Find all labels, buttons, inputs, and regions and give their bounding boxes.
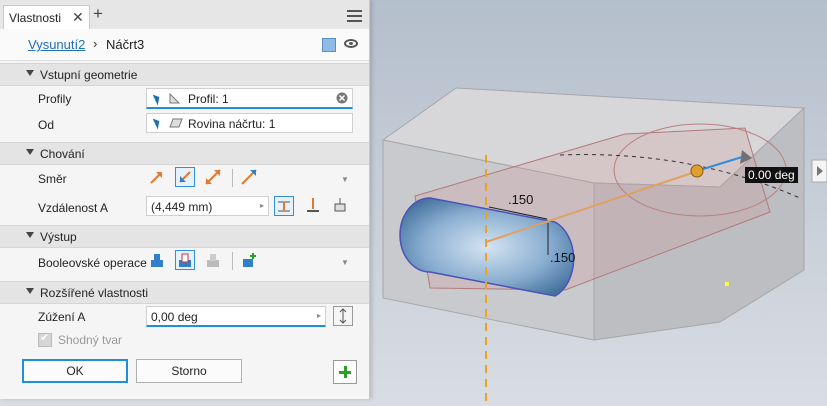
- apply-add-button[interactable]: [333, 360, 357, 384]
- section-output[interactable]: Výstup: [0, 225, 369, 248]
- cut-icon: [179, 253, 191, 267]
- join-icon: [151, 254, 163, 267]
- angle-readout[interactable]: 0.00 deg: [745, 167, 798, 183]
- collapse-icon: [26, 149, 34, 155]
- check-icon: ✔: [40, 332, 50, 344]
- dropdown-arrow-icon[interactable]: ▼: [341, 258, 349, 267]
- clear-icon[interactable]: [336, 92, 348, 104]
- section-behavior[interactable]: Chování: [0, 142, 369, 165]
- direction-asymmetric-button[interactable]: [240, 168, 260, 188]
- new-solid-button[interactable]: [240, 251, 260, 271]
- from-field[interactable]: Rovina náčrtu: 1: [146, 113, 353, 133]
- section-title: Vstupní geometrie: [40, 68, 138, 82]
- through-all-button[interactable]: [331, 196, 351, 216]
- yellow-point: [725, 282, 729, 286]
- tab-properties[interactable]: Vlastnosti ✕: [3, 5, 90, 30]
- direction-label: Směr: [38, 172, 67, 186]
- intersect-icon: [207, 254, 219, 267]
- taper-field[interactable]: 0,00 deg ▸: [146, 306, 326, 327]
- collapse-icon: [26, 232, 34, 238]
- boolean-label: Booleovské operace: [38, 256, 147, 270]
- manipulator-handle[interactable]: [690, 164, 704, 178]
- intersect-button[interactable]: [204, 251, 224, 271]
- join-button[interactable]: [148, 251, 168, 271]
- from-label: Od: [38, 118, 55, 132]
- close-icon[interactable]: ✕: [72, 9, 84, 26]
- direction-flipped-button[interactable]: [175, 167, 195, 187]
- breadcrumb-current: Náčrt3: [106, 37, 145, 52]
- select-cursor-icon: [152, 92, 163, 106]
- section-title: Chování: [40, 147, 85, 161]
- to-face-button[interactable]: [304, 196, 324, 216]
- cube-icon[interactable]: [322, 38, 336, 52]
- profiles-value: Profil: 1: [188, 92, 229, 106]
- direction-flipped-icon: [179, 171, 191, 183]
- cut-button[interactable]: [175, 250, 195, 270]
- section-title: Výstup: [40, 230, 77, 244]
- tab-bar: Vlastnosti ✕ +: [0, 0, 369, 30]
- distance-mode-button[interactable]: [274, 196, 294, 216]
- profiles-field[interactable]: Profil: 1: [146, 88, 353, 109]
- field-arrow-icon[interactable]: ▸: [260, 201, 264, 210]
- collapse-icon: [26, 70, 34, 76]
- divider: [232, 252, 233, 270]
- flip-taper-button[interactable]: [333, 306, 353, 326]
- select-cursor-icon: [152, 116, 163, 130]
- field-arrow-icon[interactable]: ▸: [317, 311, 321, 320]
- taper-label: Zúžení A: [38, 310, 86, 324]
- dimension-1[interactable]: .150: [508, 192, 533, 207]
- plane-icon: [169, 118, 183, 128]
- add-tab-icon[interactable]: +: [93, 5, 103, 22]
- new-solid-icon: [243, 253, 256, 267]
- profile-icon: [169, 93, 181, 104]
- section-input-geometry[interactable]: Vstupní geometrie: [0, 63, 369, 86]
- breadcrumb-parent[interactable]: Vysunutí2: [28, 37, 85, 52]
- cancel-button[interactable]: Storno: [136, 359, 242, 383]
- distance-value: (4,449 mm): [151, 200, 213, 214]
- direction-default-icon: [150, 172, 162, 184]
- profiles-label: Profily: [38, 92, 72, 106]
- distance-mode-icon: [278, 201, 290, 212]
- breadcrumb: Vysunutí2 › Náčrt3: [0, 29, 369, 61]
- direction-symmetric-icon: [205, 169, 221, 185]
- match-shape-label: Shodný tvar: [58, 333, 123, 347]
- eye-icon[interactable]: [344, 39, 358, 48]
- ok-button[interactable]: OK: [22, 359, 128, 383]
- distance-field[interactable]: (4,449 mm) ▸: [146, 196, 269, 216]
- tab-label: Vlastnosti: [9, 11, 62, 25]
- taper-value: 0,00 deg: [151, 310, 198, 324]
- to-face-icon: [307, 198, 319, 212]
- dropdown-arrow-icon[interactable]: ▼: [341, 175, 349, 184]
- from-value: Rovina náčrtu: 1: [188, 117, 276, 131]
- dimension-2[interactable]: .150: [550, 250, 575, 265]
- hamburger-menu-icon[interactable]: [347, 10, 362, 22]
- section-advanced[interactable]: Rozšířené vlastnosti: [0, 281, 369, 304]
- properties-panel: Vlastnosti ✕ + Vysunutí2 › Náčrt3 Vstupn…: [0, 0, 370, 399]
- direction-asymmetric-icon: [241, 169, 257, 185]
- divider: [232, 169, 233, 187]
- direction-symmetric-button[interactable]: [204, 168, 224, 188]
- chevron-right-icon: ›: [93, 36, 98, 51]
- collapse-icon: [26, 288, 34, 294]
- section-title: Rozšířené vlastnosti: [40, 286, 149, 300]
- flip-taper-icon: [339, 308, 347, 324]
- through-all-icon: [334, 198, 346, 212]
- direction-default-button[interactable]: [148, 168, 168, 188]
- distance-label: Vzdálenost A: [38, 201, 109, 215]
